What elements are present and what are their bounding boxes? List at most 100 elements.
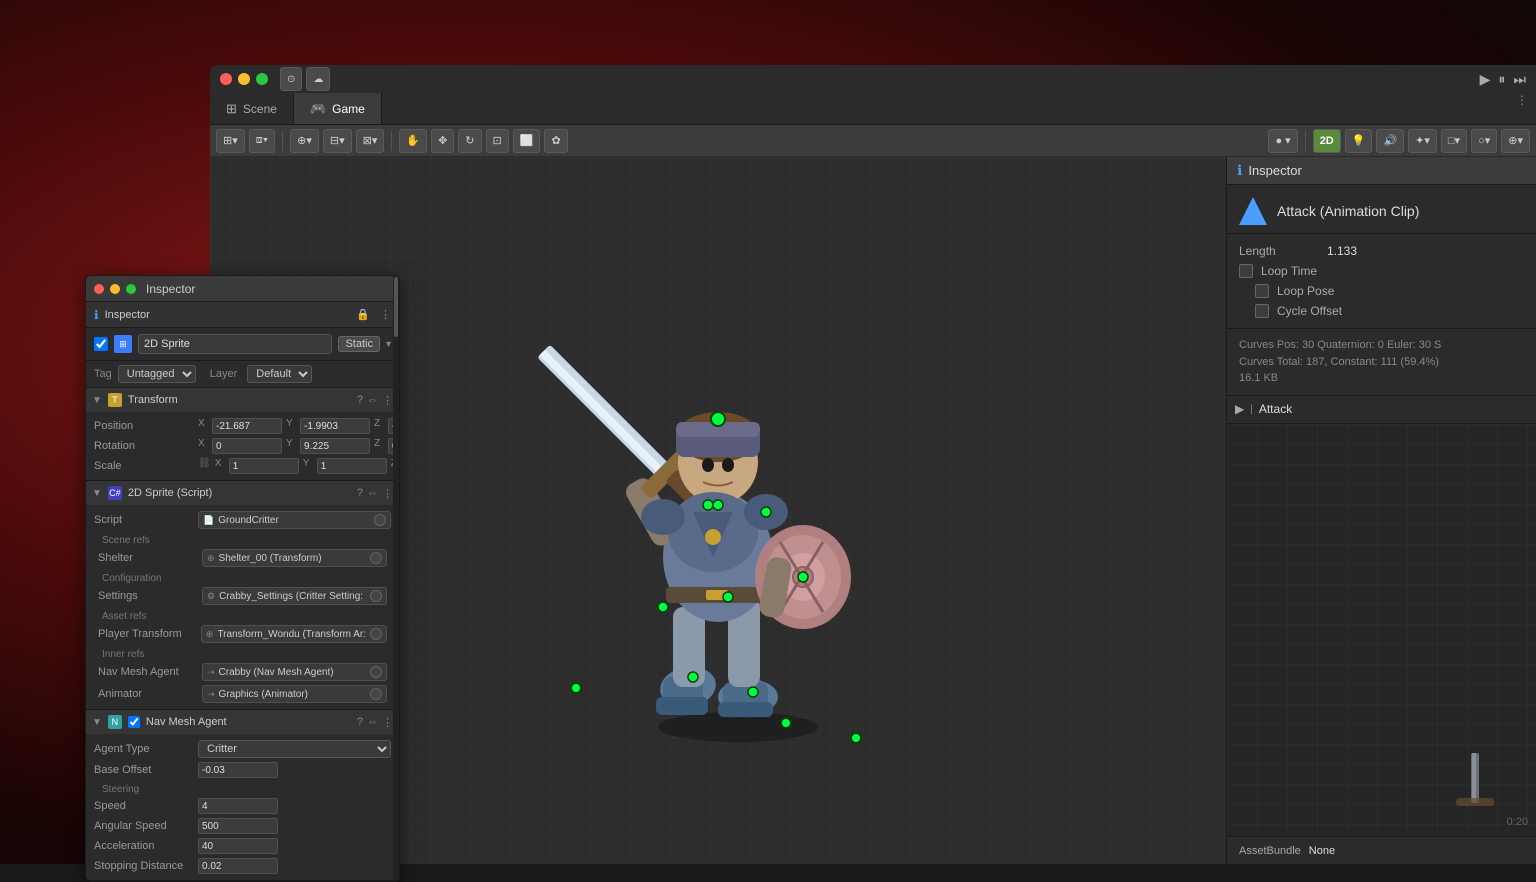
scale-y-input[interactable] [317,458,387,474]
game-tab[interactable]: 🎮 Game [294,93,382,124]
audio-btn[interactable]: 🔊 [1376,129,1404,153]
inspector-icon: ℹ [1237,162,1242,179]
move-tool[interactable]: ⊞▾ [216,129,245,153]
lighting-btn[interactable]: 💡 [1345,129,1373,153]
rotate-tool[interactable]: ↻ [458,129,481,153]
nav-mesh-component: ▼ N Nav Mesh Agent ? ⇔ ⋮ Agent Type Crit… [86,710,399,881]
transform-icon: T [108,393,122,407]
fitview-tool[interactable]: ⊡ [486,129,509,153]
object-name-input[interactable] [138,334,332,354]
account-btn[interactable]: ⊙ [280,67,302,91]
speed-label: Speed [94,800,194,812]
acceleration-input[interactable] [198,838,278,854]
scale-row: Scale ⛓ X Y Z [94,456,391,476]
gizmos-menu[interactable]: ● ▾ [1268,129,1297,153]
close-button[interactable] [220,73,232,85]
shelter-picker-btn[interactable] [370,552,382,564]
move2-tool[interactable]: ✥ [431,129,454,153]
fx-btn[interactable]: ✦▾ [1408,129,1437,153]
left-min-btn[interactable] [110,284,120,294]
script-expand-btn[interactable]: ⇔ [367,487,378,500]
nav-mesh-comp-icon: N [108,715,122,729]
layer-select[interactable]: Default [247,365,312,383]
speed-input[interactable] [198,798,278,814]
script-header[interactable]: ▼ C# 2D Sprite (Script) ? ⇔ ⋮ [86,481,399,505]
2d-button[interactable]: 2D [1313,129,1341,153]
scale-x-input[interactable] [229,458,299,474]
nav-mesh-collapse-icon: ▼ [92,717,102,728]
step-button[interactable]: ⏭ [1513,71,1526,88]
overlay-btn[interactable]: ⊕▾ [1501,129,1530,153]
rotation-row: Rotation X Y Z [94,436,391,456]
transform-expand-btn[interactable]: ⇔ [367,394,378,407]
acceleration-label: Acceleration [94,840,194,852]
rotation-x-input[interactable] [212,438,282,454]
script-actions: ? ⇔ ⋮ [357,487,393,500]
script-picker-btn[interactable] [374,514,386,526]
stopping-distance-input[interactable] [198,858,278,874]
sep3 [1305,131,1306,151]
animator-value: ⇢ Graphics (Animator) [202,685,387,703]
play-button[interactable]: ▶ [1480,71,1491,88]
hand-tool[interactable]: ✋ [399,129,427,153]
nav-mesh-expand-btn[interactable]: ⇔ [367,716,378,729]
render-mode[interactable]: □▾ [1441,129,1467,153]
lock-icon[interactable]: 🔒 [356,308,370,321]
left-max-btn[interactable] [126,284,136,294]
rect-tool[interactable]: ⊟▾ [323,129,352,153]
transform-help-btn[interactable]: ? [357,394,363,407]
tag-select[interactable]: Untagged [118,365,196,383]
nav-mesh-active-checkbox[interactable] [128,716,140,728]
player-transform-picker-btn[interactable] [370,628,382,640]
settings-text: Crabby_Settings (Critter Setting: [219,591,366,602]
cycle-offset-checkbox[interactable] [1255,304,1269,318]
right-inspector-header: ℹ Inspector [1227,157,1536,185]
main-content: ℹ Inspector Attack (Animation Clip) Leng… [210,157,1536,864]
transform-menu-btn[interactable]: ⋮ [382,394,393,407]
cloud-btn[interactable]: ☁ [306,67,330,91]
position-x-input[interactable] [212,418,282,434]
nav-mesh-header[interactable]: ▼ N Nav Mesh Agent ? ⇔ ⋮ [86,710,399,734]
script-help-btn[interactable]: ? [357,487,363,500]
scroll-thumb[interactable] [394,277,398,337]
tab-menu-btn[interactable]: ⋮ [1508,93,1536,124]
bone-handle-b2[interactable] [850,732,862,744]
pause-button[interactable]: ⏸ [1498,71,1505,88]
bone-handle-bl[interactable] [570,682,582,694]
curves-pos-text: Curves Pos: 30 Quaternion: 0 Euler: 30 S [1239,337,1524,354]
nav-mesh-picker-btn[interactable] [370,666,382,678]
scene-tab[interactable]: ⊞ Scene [210,93,294,124]
snap-tool[interactable]: ⧈▾ [249,129,275,153]
scale-tool[interactable]: ⊠▾ [356,129,385,153]
transform-tool[interactable]: ⊕▾ [290,129,319,153]
minimize-button[interactable] [238,73,250,85]
animator-picker-btn[interactable] [370,688,382,700]
more-options-icon[interactable]: ⋮ [380,308,391,321]
position-y-input[interactable] [300,418,370,434]
clip-name: Attack (Animation Clip) [1277,203,1419,219]
nav-mesh-menu-btn[interactable]: ⋮ [382,716,393,729]
settings-picker-btn[interactable] [370,590,382,602]
scrollbar[interactable] [393,276,399,881]
anim-play-button[interactable]: ▶ [1235,402,1244,416]
position-label: Position [94,420,194,432]
rect2-tool[interactable]: ⬜ [513,129,541,153]
left-close-btn[interactable] [94,284,104,294]
rotation-y-input[interactable] [300,438,370,454]
static-badge: Static [338,336,380,352]
object-active-checkbox[interactable] [94,337,108,351]
nav-mesh-help-btn[interactable]: ? [357,716,363,729]
maximize-button[interactable] [256,73,268,85]
loop-pose-checkbox[interactable] [1255,284,1269,298]
angular-speed-input[interactable] [198,818,278,834]
angular-speed-label: Angular Speed [94,820,194,832]
loop-time-checkbox[interactable] [1239,264,1253,278]
base-offset-input[interactable] [198,762,278,778]
transform-header[interactable]: ▼ T Transform ? ⇔ ⋮ [86,388,399,412]
script-menu-btn[interactable]: ⋮ [382,487,393,500]
agent-type-select[interactable]: Critter [198,740,391,758]
static-dropdown-arrow[interactable]: ▾ [386,339,391,350]
bone-handle-b1[interactable] [780,717,792,729]
aspect-ratio[interactable]: ○▾ [1471,129,1497,153]
custom-tool[interactable]: ✿ [544,129,567,153]
